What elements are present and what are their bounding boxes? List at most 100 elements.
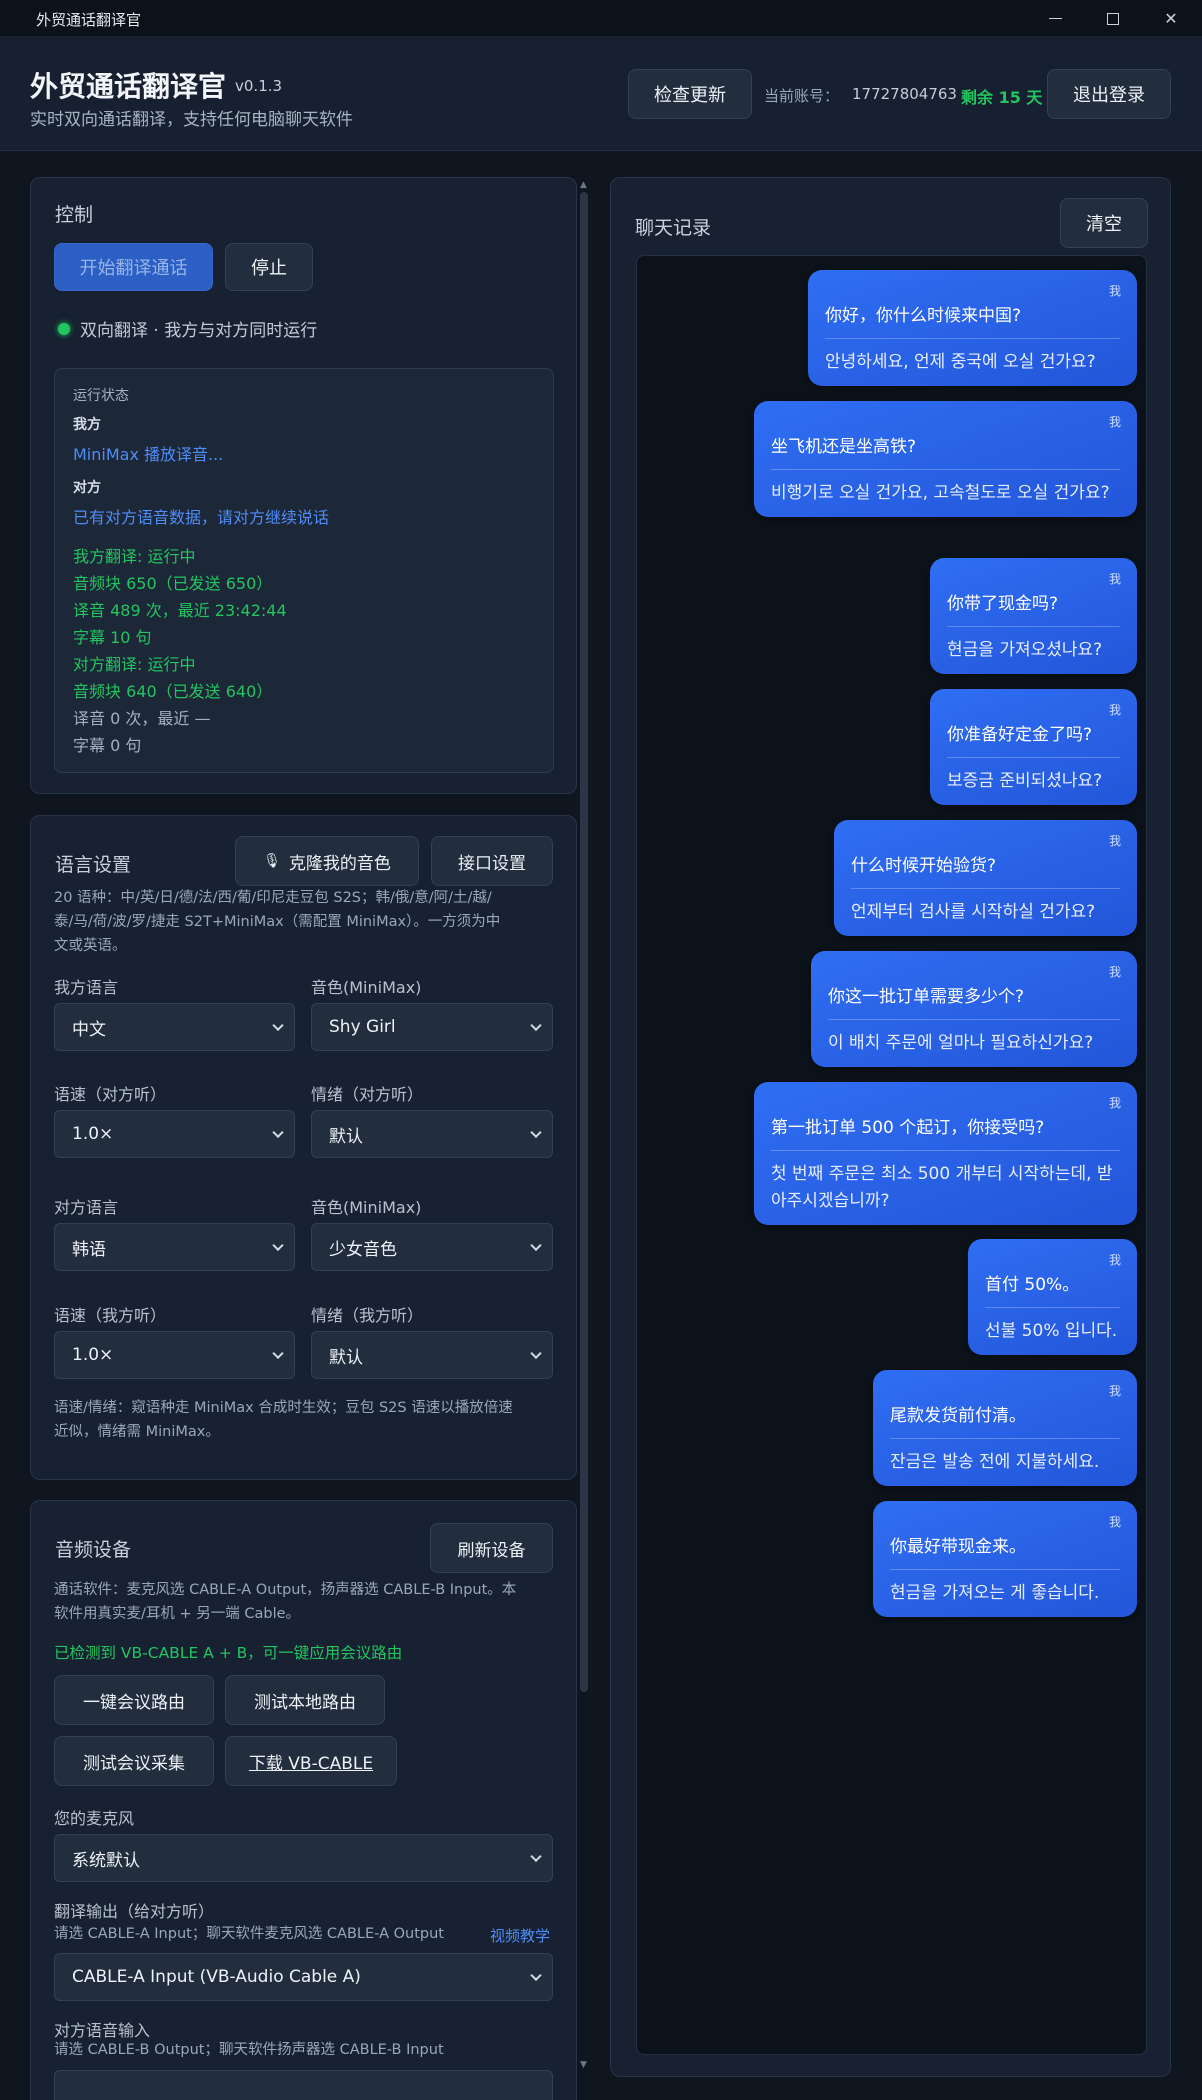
voice-label: 音色(MiniMax) (311, 1198, 422, 1217)
mic-select[interactable]: 系统默认 (54, 1834, 553, 1882)
peer-language-select[interactable]: 韩语 (54, 1223, 295, 1271)
window-titlebar: 外贸通话翻译官 ✕ (0, 0, 1202, 37)
audio-note: 通话软件：麦克风选 CABLE-A Output，扬声器选 CABLE-B In… (54, 1582, 517, 1622)
chevron-down-icon (530, 1969, 542, 1982)
speed-self-label: 语速（我方听） (54, 1306, 167, 1325)
emotion-self-label: 情绪（我方听） (311, 1306, 424, 1325)
status-line: 音频块 650（已发送 650） (73, 574, 273, 593)
chevron-down-icon (272, 1019, 284, 1032)
scroll-up-icon[interactable]: ▲ (580, 180, 587, 190)
minimize-button[interactable] (1026, 0, 1084, 37)
api-settings-button[interactable]: 接口设置 (431, 836, 553, 886)
chevron-down-icon (272, 1126, 284, 1139)
app-header: 外贸通话翻译官 v0.1.3 实时双向通话翻译，支持任何电脑聊天软件 检查更新 … (0, 37, 1202, 151)
start-translation-button[interactable]: 开始翻译通话 (54, 243, 213, 291)
emotion-peer-label: 情绪（对方听） (311, 1085, 424, 1104)
peer-input-select[interactable] (54, 2070, 553, 2100)
language-note: 20 语种：中/英/日/德/法/西/葡/印尼走豆包 S2S；韩/俄/意/阿/土/… (54, 890, 501, 954)
account-number: 17727804763 (852, 85, 957, 103)
output-select[interactable]: CABLE-A Input (VB-Audio Cable A) (54, 1953, 553, 2001)
status-dot-icon (58, 322, 70, 335)
close-icon: ✕ (1164, 9, 1178, 28)
chat-message: 我 什么时候开始验货? 언제부터 검사를 시작하실 건가요? (834, 820, 1137, 936)
status-line: 音频块 640（已发送 640） (73, 682, 273, 701)
status-line: 字幕 10 句 (73, 628, 152, 647)
stop-button[interactable]: 停止 (225, 243, 313, 291)
maximize-icon (1107, 12, 1119, 25)
refresh-devices-button[interactable]: 刷新设备 (430, 1523, 553, 1573)
minimize-icon (1048, 17, 1062, 20)
status-line: 译音 0 次，最近 — (73, 709, 211, 728)
clone-voice-button[interactable]: 🎙 克隆我的音色 (235, 836, 419, 886)
mic-label: 您的麦克风 (54, 1809, 135, 1828)
chevron-down-icon (530, 1347, 542, 1360)
chevron-down-icon (530, 1019, 542, 1032)
self-label: 我方 (73, 417, 101, 433)
voice-label: 音色(MiniMax) (311, 978, 422, 997)
video-tutorial-link[interactable]: 视频教学 (490, 1925, 550, 1946)
emotion-self-select[interactable]: 默认 (311, 1331, 553, 1379)
status-line: 对方翻译: 运行中 (73, 655, 196, 674)
chevron-down-icon (530, 1126, 542, 1139)
status-line: 字幕 0 句 (73, 736, 142, 755)
run-mode-text: 双向翻译 · 我方与对方同时运行 (80, 321, 318, 341)
microphone-icon: 🎙 (263, 853, 281, 869)
test-local-route-button[interactable]: 测试本地路由 (225, 1675, 385, 1725)
left-scrollbar-thumb[interactable] (580, 192, 588, 1692)
audio-title: 音频设备 (55, 1539, 132, 1561)
app-title: 外贸通话翻译官 (30, 70, 227, 103)
chevron-down-icon (530, 1239, 542, 1252)
peer-label: 对方 (73, 480, 101, 496)
chat-title: 聊天记录 (635, 217, 712, 239)
control-title: 控制 (55, 204, 94, 226)
test-meeting-capture-button[interactable]: 测试会议采集 (54, 1736, 214, 1786)
speed-emotion-note: 语速/情绪：窥语种走 MiniMax 合成时生效；豆包 S2S 语速以播放倍速 … (54, 1400, 513, 1440)
download-vb-cable-button[interactable]: 下载 VB-CABLE (225, 1736, 397, 1786)
check-update-button[interactable]: 检查更新 (628, 69, 752, 119)
self-status: MiniMax 播放译音... (73, 445, 224, 464)
peer-voice-select[interactable]: 少女音色 (311, 1223, 553, 1271)
chevron-down-icon (272, 1239, 284, 1252)
chat-history[interactable]: 我 你好，你什么时候来中国? 안녕하세요, 언제 중국에 오실 건가요? 我 坐… (636, 255, 1147, 2055)
run-status-title: 运行状态 (73, 388, 129, 404)
remaining-days: 剩余 15 天 (961, 88, 1043, 107)
speed-peer-select[interactable]: 1.0× (54, 1110, 295, 1158)
close-button[interactable]: ✕ (1142, 0, 1200, 37)
speed-peer-label: 语速（对方听） (54, 1085, 167, 1104)
scroll-down-icon[interactable]: ▼ (580, 2060, 587, 2070)
peer-language-label: 对方语言 (54, 1198, 119, 1217)
chat-message: 我 你好，你什么时候来中国? 안녕하세요, 언제 중국에 오실 건가요? (808, 270, 1137, 386)
peer-status: 已有对方语音数据，请对方继续说话 (73, 508, 330, 527)
chat-message: 我 坐飞机还是坐高铁? 비행기로 오실 건가요, 고속철도로 오실 건가요? (754, 401, 1137, 517)
chat-message: 我 你最好带现金来。 현금을 가져오는 게 좋습니다. (873, 1501, 1137, 1617)
chat-message: 我 你带了现金吗? 현금을 가져오셨나요? (930, 558, 1137, 674)
speed-self-select[interactable]: 1.0× (54, 1331, 295, 1379)
app-subtitle: 实时双向通话翻译，支持任何电脑聊天软件 (30, 110, 353, 130)
my-language-select[interactable]: 中文 (54, 1003, 295, 1051)
status-line: 译音 489 次，最近 23:42:44 (73, 601, 287, 620)
status-line: 我方翻译: 运行中 (73, 547, 196, 566)
run-mode-status: 双向翻译 · 我方与对方同时运行 (58, 316, 317, 341)
clone-voice-label: 克隆我的音色 (288, 853, 391, 874)
run-status-box: 运行状态 我方 MiniMax 播放译音... 对方 已有对方语音数据，请对方继… (54, 368, 554, 773)
chat-message: 我 首付 50%。 선불 50% 입니다. (968, 1239, 1137, 1355)
output-label: 翻译输出（给对方听） (54, 1902, 215, 1921)
window-title: 外贸通话翻译官 (36, 11, 142, 29)
chat-message: 我 尾款发货前付清。 잔금은 발송 전에 지불하세요. (873, 1370, 1137, 1486)
chevron-down-icon (530, 1850, 542, 1863)
maximize-button[interactable] (1084, 0, 1142, 37)
chevron-down-icon (272, 1347, 284, 1360)
my-language-label: 我方语言 (54, 978, 119, 997)
account-label: 当前账号： (764, 87, 840, 105)
meeting-route-button[interactable]: 一键会议路由 (54, 1675, 214, 1725)
emotion-peer-select[interactable]: 默认 (311, 1110, 553, 1158)
chat-message: 我 你准备好定金了吗? 보증금 준비되셨나요? (930, 689, 1137, 805)
vb-cable-detected: 已检测到 VB-CABLE A + B，可一键应用会议路由 (54, 1644, 403, 1662)
logout-button[interactable]: 退出登录 (1047, 69, 1171, 119)
app-version: v0.1.3 (235, 77, 283, 95)
my-voice-select[interactable]: Shy Girl (311, 1003, 553, 1051)
language-title: 语言设置 (55, 854, 132, 876)
peer-input-hint: 请选 CABLE-B Output；聊天软件扬声器选 CABLE-B Input (54, 2042, 444, 2058)
output-hint: 请选 CABLE-A Input；聊天软件麦克风选 CABLE-A Output (54, 1926, 444, 1942)
clear-chat-button[interactable]: 清空 (1060, 198, 1148, 248)
